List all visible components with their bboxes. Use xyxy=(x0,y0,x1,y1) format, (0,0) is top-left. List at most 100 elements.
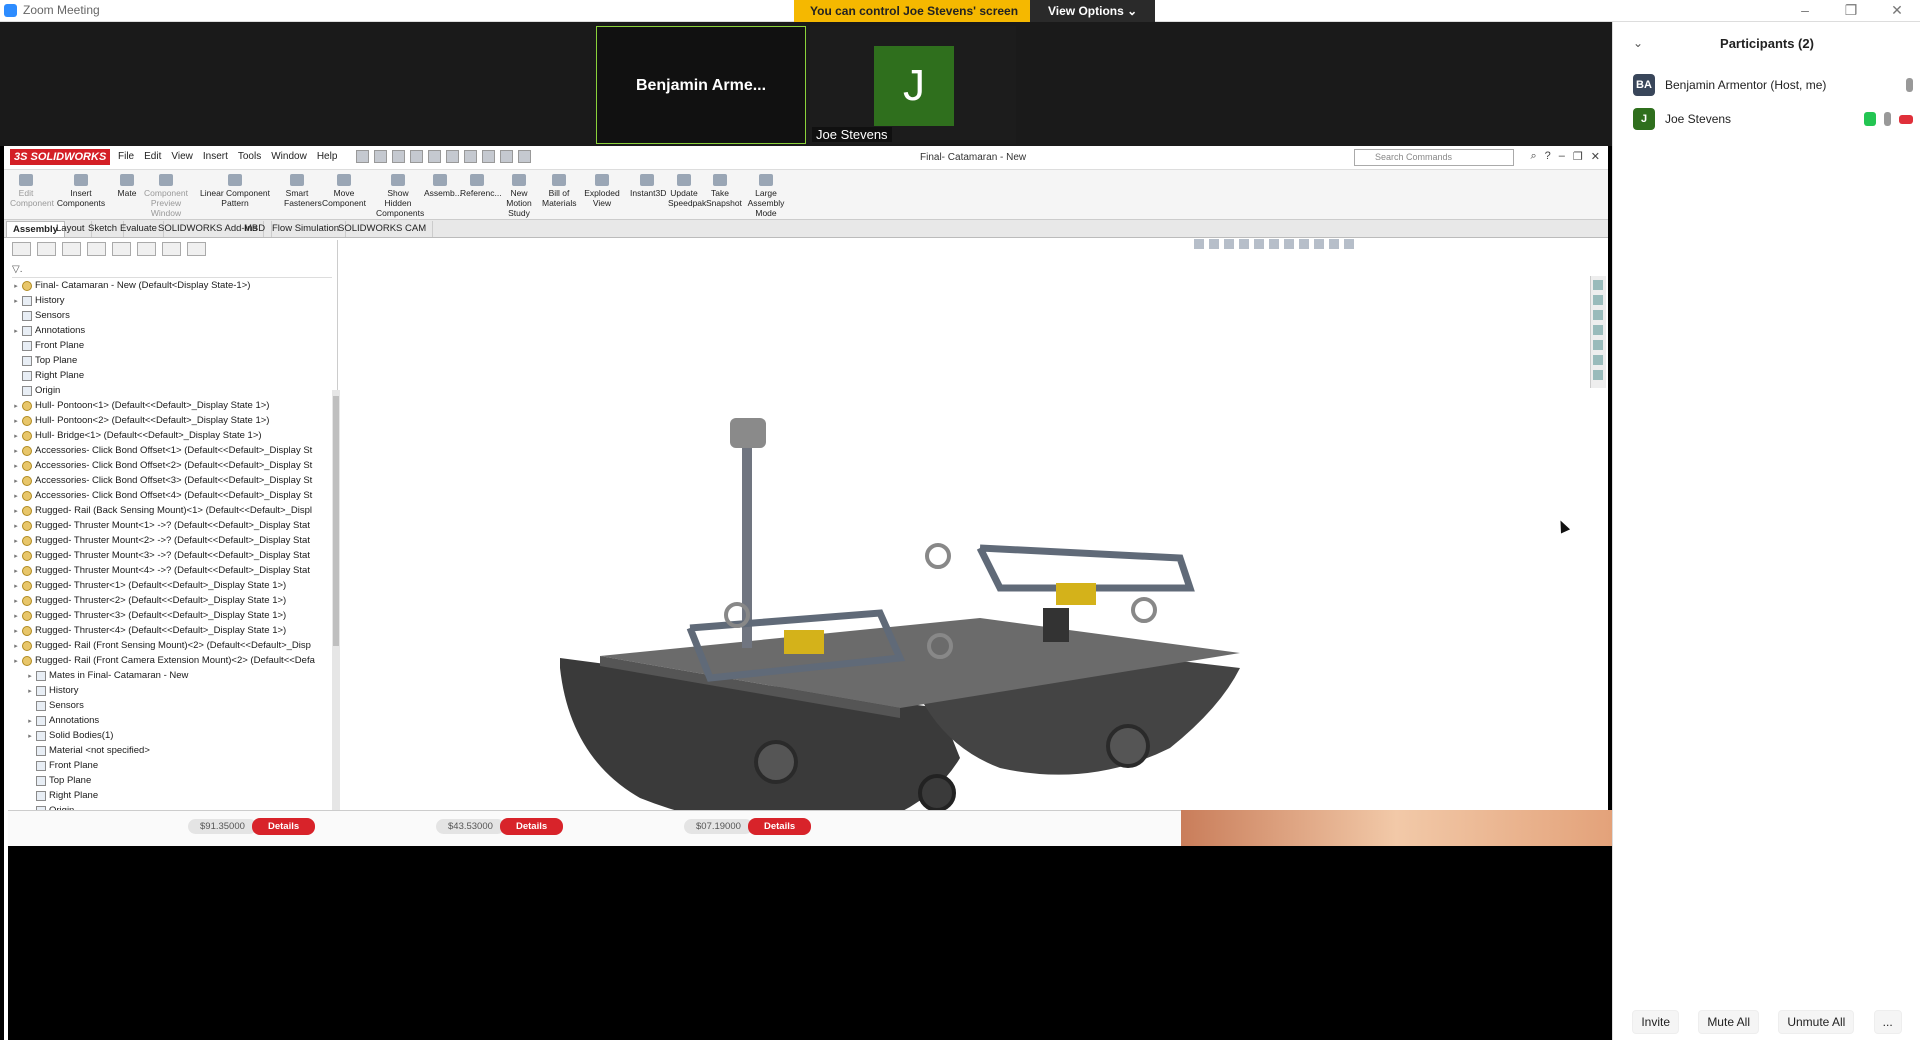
linear-component-pattern-button[interactable]: Linear Component Pattern xyxy=(192,174,278,208)
tree-item[interactable]: ▸ Annotations xyxy=(8,323,328,338)
file-explorer-icon[interactable] xyxy=(1593,310,1603,320)
expand-caret-icon[interactable]: ▸ xyxy=(12,537,20,545)
expand-caret-icon[interactable]: ▸ xyxy=(12,402,20,410)
expand-caret-icon[interactable]: ▸ xyxy=(12,462,20,470)
video-tile-joe[interactable]: J Joe Stevens xyxy=(810,26,1016,144)
restore-icon[interactable]: ❐ xyxy=(1573,150,1583,163)
tree-item[interactable]: Right Plane xyxy=(8,368,328,383)
expand-caret-icon[interactable]: ▸ xyxy=(12,327,20,335)
expand-caret-icon[interactable]: ▸ xyxy=(12,612,20,620)
new-motion-study-button[interactable]: New Motion Study xyxy=(498,174,540,218)
expand-caret-icon[interactable]: ▸ xyxy=(12,477,20,485)
smart-fasteners-button[interactable]: Smart Fasteners xyxy=(284,174,322,208)
large-assembly-mode-button[interactable]: Large Assembly Mode xyxy=(738,174,794,218)
microphone-icon[interactable] xyxy=(1884,112,1891,126)
participant-row[interactable]: J Joe Stevens xyxy=(1633,106,1913,132)
appearances-icon[interactable] xyxy=(1593,340,1603,350)
tree-item[interactable]: Right Plane xyxy=(8,788,328,803)
tree-item[interactable]: ▸ Hull- Pontoon<1> (Default<<Default>_Dis… xyxy=(8,398,328,413)
tree-item[interactable]: ▸ Rugged- Thruster<1> (Default<<Default>_… xyxy=(8,578,328,593)
edit-component-button[interactable]: Edit Component xyxy=(10,174,54,208)
menu-item-tools[interactable]: Tools xyxy=(238,151,261,162)
menu-item-insert[interactable]: Insert xyxy=(203,151,228,162)
view-palette-icon[interactable] xyxy=(1593,325,1603,335)
menu-item-file[interactable]: File xyxy=(118,151,134,162)
property-manager-icon[interactable] xyxy=(37,242,56,256)
menu-item-view[interactable]: View xyxy=(171,151,193,162)
tree-item[interactable]: ▸ Rugged- Thruster<3> (Default<<Default>_… xyxy=(8,608,328,623)
view-options-button[interactable]: View Options ⌄ xyxy=(1030,0,1156,22)
tree-item[interactable]: ▸ History xyxy=(8,293,328,308)
minimize-button[interactable]: – xyxy=(1782,0,1828,22)
graphics-area[interactable] xyxy=(340,238,1604,892)
tree-item[interactable]: ▸ Accessories- Click Bond Offset<1> (Defa… xyxy=(8,443,328,458)
tree-item[interactable]: ▸ Mates in Final- Catamaran - New xyxy=(8,668,328,683)
options-icon[interactable] xyxy=(518,150,531,163)
close-button[interactable]: ✕ xyxy=(1874,0,1920,22)
video-off-icon[interactable] xyxy=(1899,114,1913,124)
tree-item[interactable]: ▸ Final- Catamaran - New (Default<Display… xyxy=(8,278,328,293)
select-icon[interactable] xyxy=(464,150,477,163)
maximize-button[interactable]: ❐ xyxy=(1828,0,1874,22)
tree-item[interactable]: ▸ Annotations xyxy=(8,713,328,728)
video-tile-benjamin[interactable]: Benjamin Arme... xyxy=(596,26,806,144)
forum-icon[interactable] xyxy=(1593,370,1603,380)
insert-components-button[interactable]: Insert Components xyxy=(50,174,112,208)
tree-item[interactable]: ▸ Hull- Bridge<1> (Default<<Default>_Disp… xyxy=(8,428,328,443)
details-button[interactable]: Details xyxy=(500,818,564,835)
microphone-icon[interactable] xyxy=(1906,78,1913,92)
exploded-view-button[interactable]: Exploded View xyxy=(578,174,626,208)
expand-caret-icon[interactable]: ▸ xyxy=(12,282,20,290)
tree-item[interactable]: ▸ Rugged- Thruster<4> (Default<<Default>_… xyxy=(8,623,328,638)
tree-filter[interactable]: ▽. xyxy=(12,264,332,278)
expand-caret-icon[interactable]: ▸ xyxy=(12,507,20,515)
expand-caret-icon[interactable]: ▸ xyxy=(12,297,20,305)
mate-button[interactable]: Mate xyxy=(114,174,140,198)
more-button[interactable]: ... xyxy=(1873,1010,1902,1034)
save-icon[interactable] xyxy=(410,150,423,163)
tree-item[interactable]: ▸ Accessories- Click Bond Offset<2> (Defa… xyxy=(8,458,328,473)
dimxpert-icon[interactable] xyxy=(87,242,106,256)
tree-item[interactable]: Front Plane xyxy=(8,338,328,353)
expand-caret-icon[interactable]: ▸ xyxy=(12,522,20,530)
display-manager-icon[interactable] xyxy=(112,242,131,256)
expand-caret-icon[interactable]: ▸ xyxy=(12,552,20,560)
design-library-icon[interactable] xyxy=(1593,295,1603,305)
tree-item[interactable]: Top Plane xyxy=(8,353,328,368)
expand-caret-icon[interactable]: ▸ xyxy=(12,657,20,665)
cam-feature-icon[interactable] xyxy=(137,242,156,256)
bill-of-materials-button[interactable]: Bill of Materials xyxy=(542,174,576,208)
expand-caret-icon[interactable]: ▸ xyxy=(26,732,34,740)
tree-item[interactable]: Origin xyxy=(8,383,328,398)
instant3d-button[interactable]: Instant3D xyxy=(630,174,666,198)
user-icon[interactable]: ⌕ xyxy=(1530,150,1536,163)
show-hidden-components-button[interactable]: Show Hidden Components xyxy=(376,174,424,218)
expand-caret-icon[interactable]: ▸ xyxy=(26,717,34,725)
tree-item[interactable]: ▸ Rugged- Thruster Mount<4> ->? (Default<… xyxy=(8,563,328,578)
tree-item[interactable]: Front Plane xyxy=(8,758,328,773)
details-button[interactable]: Details xyxy=(748,818,812,835)
help-icon[interactable]: ? xyxy=(1545,150,1551,163)
tree-item[interactable]: ▸ Rugged- Rail (Back Sensing Mount)<1> (D… xyxy=(8,503,328,518)
remote-control-banner[interactable]: You can control Joe Stevens' screen xyxy=(794,0,1035,22)
tree-item[interactable]: ▸ Accessories- Click Bond Offset<4> (Defa… xyxy=(8,488,328,503)
tree-item[interactable]: ▸ Hull- Pontoon<2> (Default<<Default>_Dis… xyxy=(8,413,328,428)
tree-item[interactable]: Material <not specified> xyxy=(8,743,328,758)
file-properties-icon[interactable] xyxy=(500,150,513,163)
custom-properties-icon[interactable] xyxy=(1593,355,1603,365)
cam-tool-icon[interactable] xyxy=(187,242,206,256)
expand-caret-icon[interactable]: ▸ xyxy=(12,582,20,590)
new-icon[interactable] xyxy=(374,150,387,163)
tab-solidworks-cam[interactable]: SOLIDWORKS CAM xyxy=(332,221,434,237)
close-icon[interactable]: ✕ xyxy=(1591,150,1600,163)
expand-caret-icon[interactable]: ▸ xyxy=(12,492,20,500)
rebuild-icon[interactable] xyxy=(482,150,495,163)
tree-item[interactable]: ▸ Rugged- Thruster Mount<3> ->? (Default<… xyxy=(8,548,328,563)
expand-caret-icon[interactable]: ▸ xyxy=(26,672,34,680)
solidworks-logo[interactable]: 3S SOLIDWORKS xyxy=(10,149,111,165)
home-icon[interactable] xyxy=(356,150,369,163)
participant-row[interactable]: BA Benjamin Armentor (Host, me) xyxy=(1633,72,1913,98)
open-icon[interactable] xyxy=(392,150,405,163)
undo-icon[interactable] xyxy=(446,150,459,163)
config-manager-icon[interactable] xyxy=(62,242,81,256)
